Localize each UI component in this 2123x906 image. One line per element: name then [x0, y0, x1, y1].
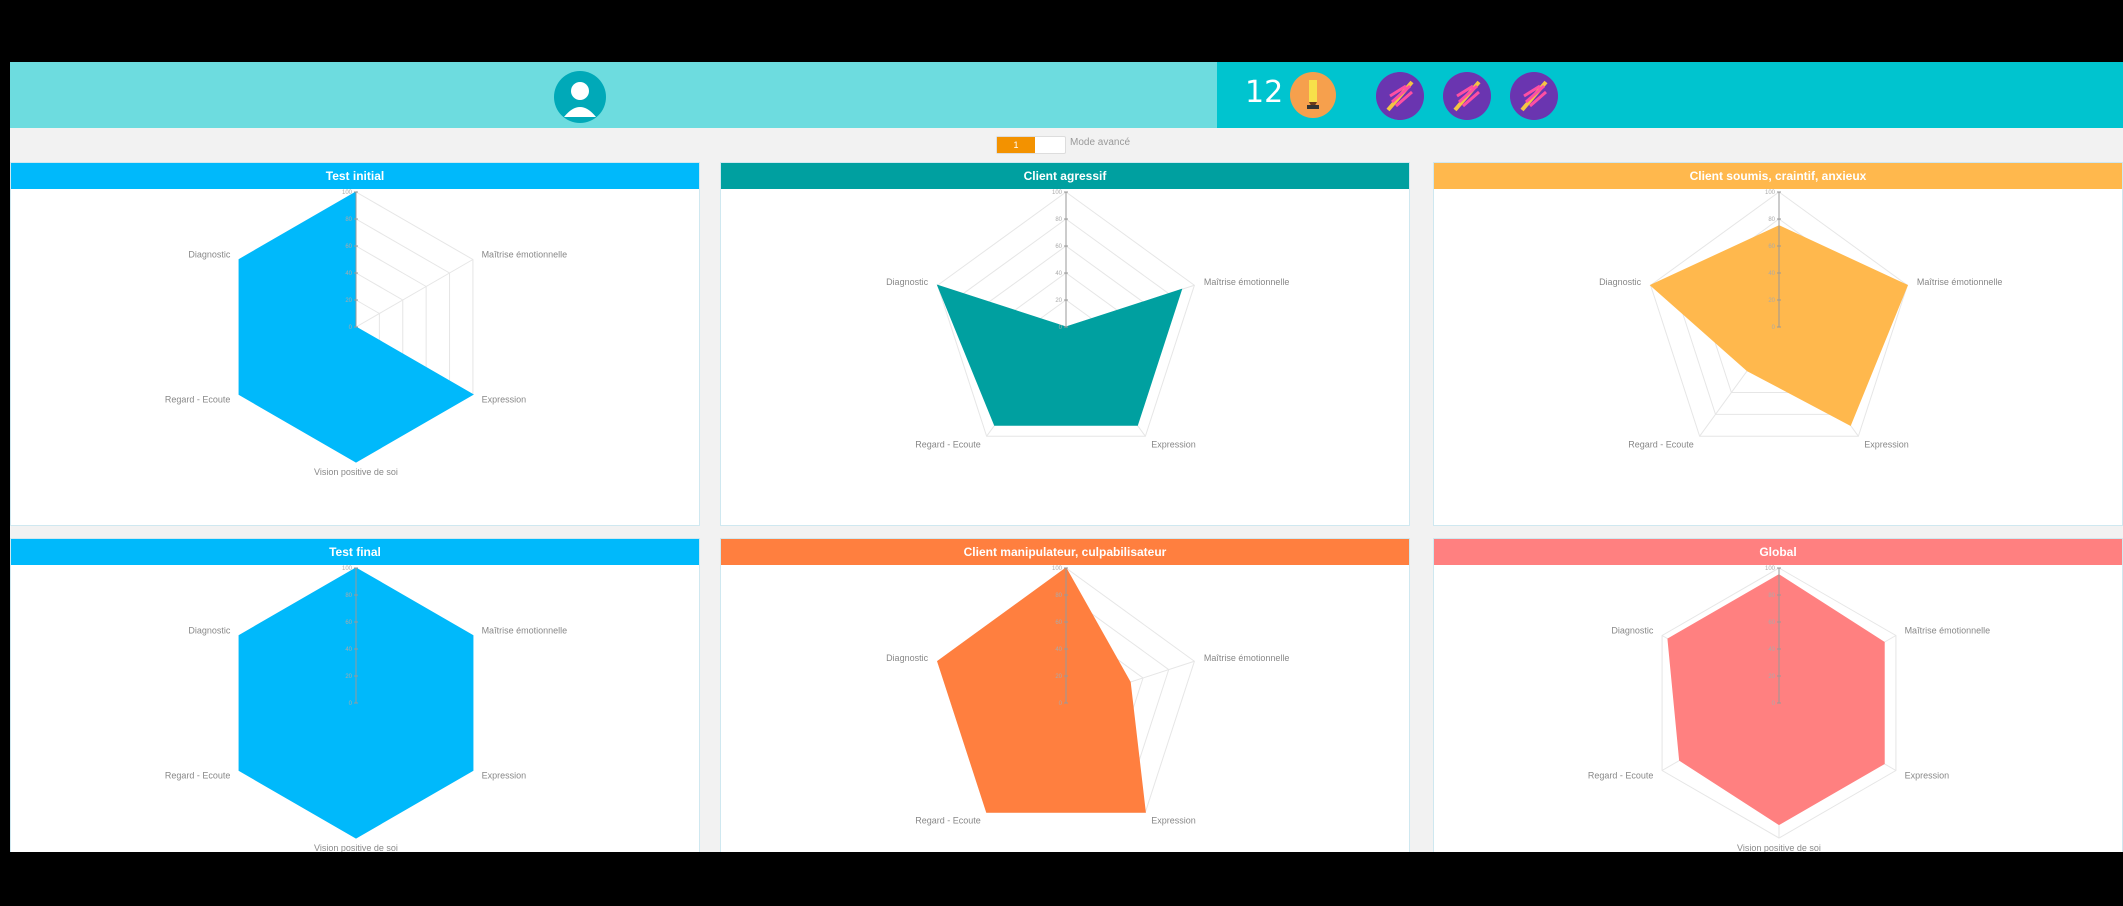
panel-title: Global: [1434, 539, 2122, 565]
radar-axis-label: Expression: [1151, 439, 1196, 449]
radar-panel-test-initial: Test initial 100806040200StratégieMaîtri…: [10, 162, 700, 526]
radar-tick-label: 20: [1768, 298, 1775, 304]
radar-axis-label: Regard - Ecoute: [165, 771, 231, 781]
radar-tick-label: 40: [1055, 271, 1062, 277]
feather-badge-icon[interactable]: [1510, 72, 1558, 120]
radar-tick-label: 20: [345, 298, 352, 304]
radar-tick-label: 80: [1055, 217, 1062, 223]
panel-title: Client agressif: [721, 163, 1409, 189]
radar-axis-label: Vision positive de soi: [314, 467, 398, 477]
radar-tick-label: 60: [1055, 620, 1062, 626]
radar-spoke: [355, 259, 474, 328]
radar-chart: 100806040200StratégieMaîtrise émotionnel…: [886, 190, 1290, 449]
radar-panel-client-soumis: Client soumis, craintif, anxieux 100 80 60…: [1433, 162, 2123, 526]
radar-tick-label: 40: [1768, 647, 1775, 653]
toggle-value: 1: [1013, 140, 1019, 150]
radar-tick-label: 100: [342, 566, 353, 572]
toggle-row: 1 Mode avancé: [10, 128, 2123, 160]
radar-tick-label: 100: [1765, 190, 1776, 196]
radar-tick-label: 20: [1768, 674, 1775, 680]
radar-axis-label: Diagnostic: [886, 653, 929, 663]
radar-axis-label: Regard - Ecoute: [1628, 439, 1694, 449]
radar-axis-label: Vision positive de soi: [1737, 843, 1821, 852]
toggle-knob: 1: [997, 137, 1035, 153]
radar-tick-label: 100: [1052, 190, 1063, 196]
radar-tick-label: 60: [1768, 244, 1775, 250]
radar-panel-test-final: Test final 100806040200StratégieMaîtrise…: [10, 538, 700, 852]
radar-tick-label: 100: [342, 190, 353, 196]
radar-axis-label: Diagnostic: [886, 277, 929, 287]
radar-axis-label: Diagnostic: [1599, 277, 1642, 287]
header-right-section: [1217, 62, 2123, 128]
radar-axis-label: Maîtrise émotionnelle: [482, 626, 568, 636]
radar-tick-label: 60: [1768, 620, 1775, 626]
radar-tick-label: 100: [1765, 566, 1776, 572]
radar-axis-label: Vision positive de soi: [314, 843, 398, 852]
radar-chart: 100806040200StratégieMaîtrise émotionnel…: [165, 190, 568, 477]
radar-tick-label: 40: [345, 647, 352, 653]
radar-axis-label: Expression: [1905, 771, 1950, 781]
radar-tick-label: 40: [1768, 271, 1775, 277]
panel-title: Test final: [11, 539, 699, 565]
radar-tick-label: 40: [345, 271, 352, 277]
radar-tick-label: 60: [1055, 244, 1062, 250]
pencil-medal-icon[interactable]: [1290, 72, 1336, 118]
advanced-mode-label: Mode avancé: [1070, 137, 1131, 148]
radar-tick-label: 80: [1768, 593, 1775, 599]
radar-axis-label: Expression: [1864, 439, 1909, 449]
radar-tick-label: 60: [345, 620, 352, 626]
radar-panel-client-manipulateur: Client manipulateur, culpabilisateur 100…: [720, 538, 1410, 852]
panel-title: Client manipulateur, culpabilisateur: [721, 539, 1409, 565]
feather-badge-icon[interactable]: [1443, 72, 1491, 120]
radar-axis-label: Regard - Ecoute: [915, 439, 981, 449]
radar-axis-label: Expression: [1151, 815, 1196, 825]
radar-axis-label: Maîtrise émotionnelle: [482, 250, 568, 260]
radar-chart: 100806040200StratégieMaîtrise émotionnel…: [886, 566, 1290, 825]
feather-badge-icon[interactable]: [1376, 72, 1424, 120]
radar-tick-label: 80: [345, 593, 352, 599]
radar-tick-label: 20: [345, 674, 352, 680]
radar-axis-label: Regard - Ecoute: [915, 815, 981, 825]
radar-axis-label: Expression: [482, 395, 527, 405]
radar-tick-label: 80: [1055, 593, 1062, 599]
panel-title: Client soumis, craintif, anxieux: [1434, 163, 2122, 189]
radar-panel-global: Global 100806040200StratégieMaîtrise émo…: [1433, 538, 2123, 852]
header-bar: 12: [10, 62, 2123, 128]
radar-tick-label: 40: [1055, 647, 1062, 653]
radar-axis-label: Maîtrise émotionnelle: [1917, 277, 2003, 287]
radar-axis-label: Regard - Ecoute: [165, 395, 231, 405]
radar-axis-label: Maîtrise émotionnelle: [1905, 626, 1991, 636]
user-avatar-icon[interactable]: [554, 71, 606, 123]
radar-chart: 100806040200StratégieMaîtrise émotionnel…: [165, 566, 568, 852]
radar-axis-label: Regard - Ecoute: [1588, 771, 1654, 781]
radar-series-area: [937, 567, 1146, 813]
radar-tick-label: 100: [1052, 566, 1063, 572]
radar-tick-label: 20: [1055, 298, 1062, 304]
radar-series-area: [1667, 574, 1885, 826]
radar-axis-label: Maîtrise émotionnelle: [1204, 653, 1290, 663]
radar-tick-label: 60: [345, 244, 352, 250]
advanced-mode-toggle[interactable]: 1: [996, 136, 1066, 154]
radar-axis-label: Diagnostic: [188, 250, 231, 260]
radar-axis-label: Expression: [482, 771, 527, 781]
app-window: 12 1 Mode avancé Test initial 100 80 60 …: [10, 62, 2123, 852]
radar-panel-client-agressif: Client agressif 100806040200StratégieMaî…: [720, 162, 1410, 526]
radar-tick-label: 80: [345, 217, 352, 223]
radar-tick-label: 80: [1768, 217, 1775, 223]
radar-tick-label: 20: [1055, 674, 1062, 680]
radar-chart: 100806040200StratégieMaîtrise émotionnel…: [1588, 566, 1991, 852]
radar-chart: 100806040200StratégieMaîtrise émotionnel…: [1599, 190, 2003, 449]
radar-axis-label: Diagnostic: [188, 626, 231, 636]
panel-title: Test initial: [11, 163, 699, 189]
radar-axis-label: Maîtrise émotionnelle: [1204, 277, 1290, 287]
score-value: 12: [1245, 75, 1284, 110]
radar-series-area: [936, 284, 1183, 426]
radar-axis-label: Diagnostic: [1611, 626, 1654, 636]
